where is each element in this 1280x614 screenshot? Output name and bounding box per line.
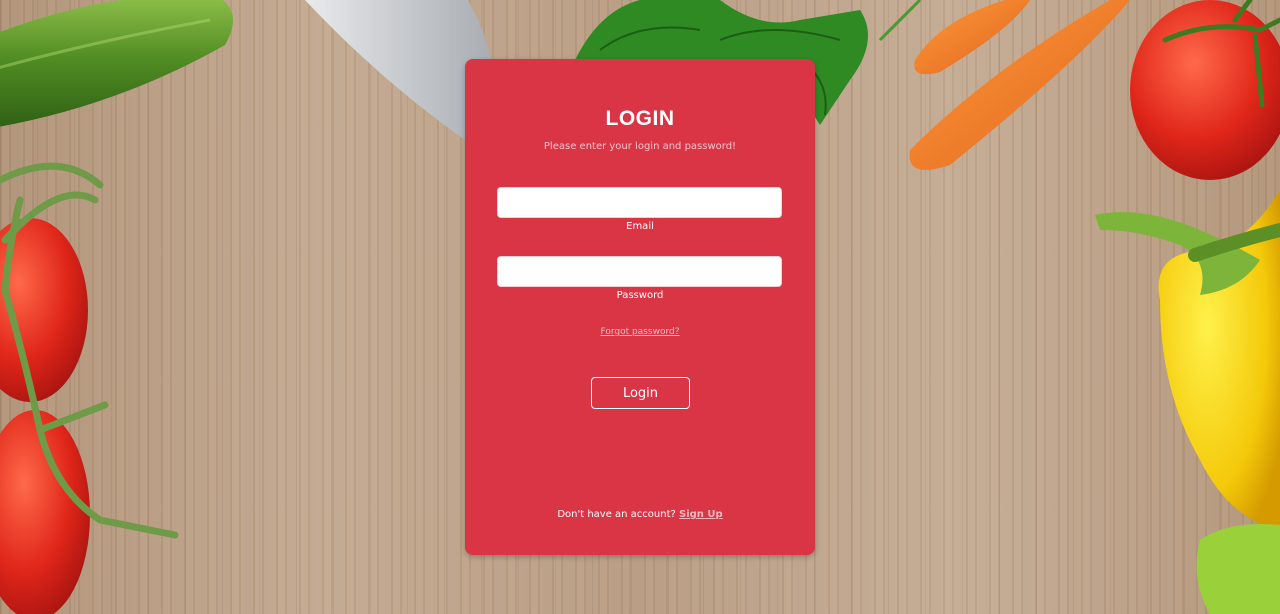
yellow-pepper-illustration	[1095, 190, 1280, 530]
password-label: Password	[616, 290, 664, 301]
forgot-password-link[interactable]: Forgot password?	[465, 327, 815, 337]
green-pepper-illustration	[1196, 524, 1280, 614]
signup-link[interactable]: Sign Up	[679, 509, 723, 520]
password-input[interactable]	[497, 256, 782, 287]
signup-prompt: Don't have an account? Sign Up	[465, 509, 815, 520]
email-label: Email	[626, 221, 654, 232]
tomato-illustration	[1130, 0, 1280, 180]
cherry-tomatoes-illustration	[0, 162, 179, 614]
cucumber-illustration	[0, 0, 233, 127]
login-button[interactable]: Login	[591, 377, 690, 409]
signup-prompt-text: Don't have an account?	[557, 509, 676, 520]
login-subtitle: Please enter your login and password!	[543, 141, 737, 152]
login-card: LOGIN Please enter your login and passwo…	[465, 59, 815, 555]
page-title: LOGIN	[605, 107, 675, 130]
knife-illustration	[305, 0, 492, 140]
email-input[interactable]	[497, 187, 782, 218]
carrots-illustration	[909, 0, 1130, 170]
